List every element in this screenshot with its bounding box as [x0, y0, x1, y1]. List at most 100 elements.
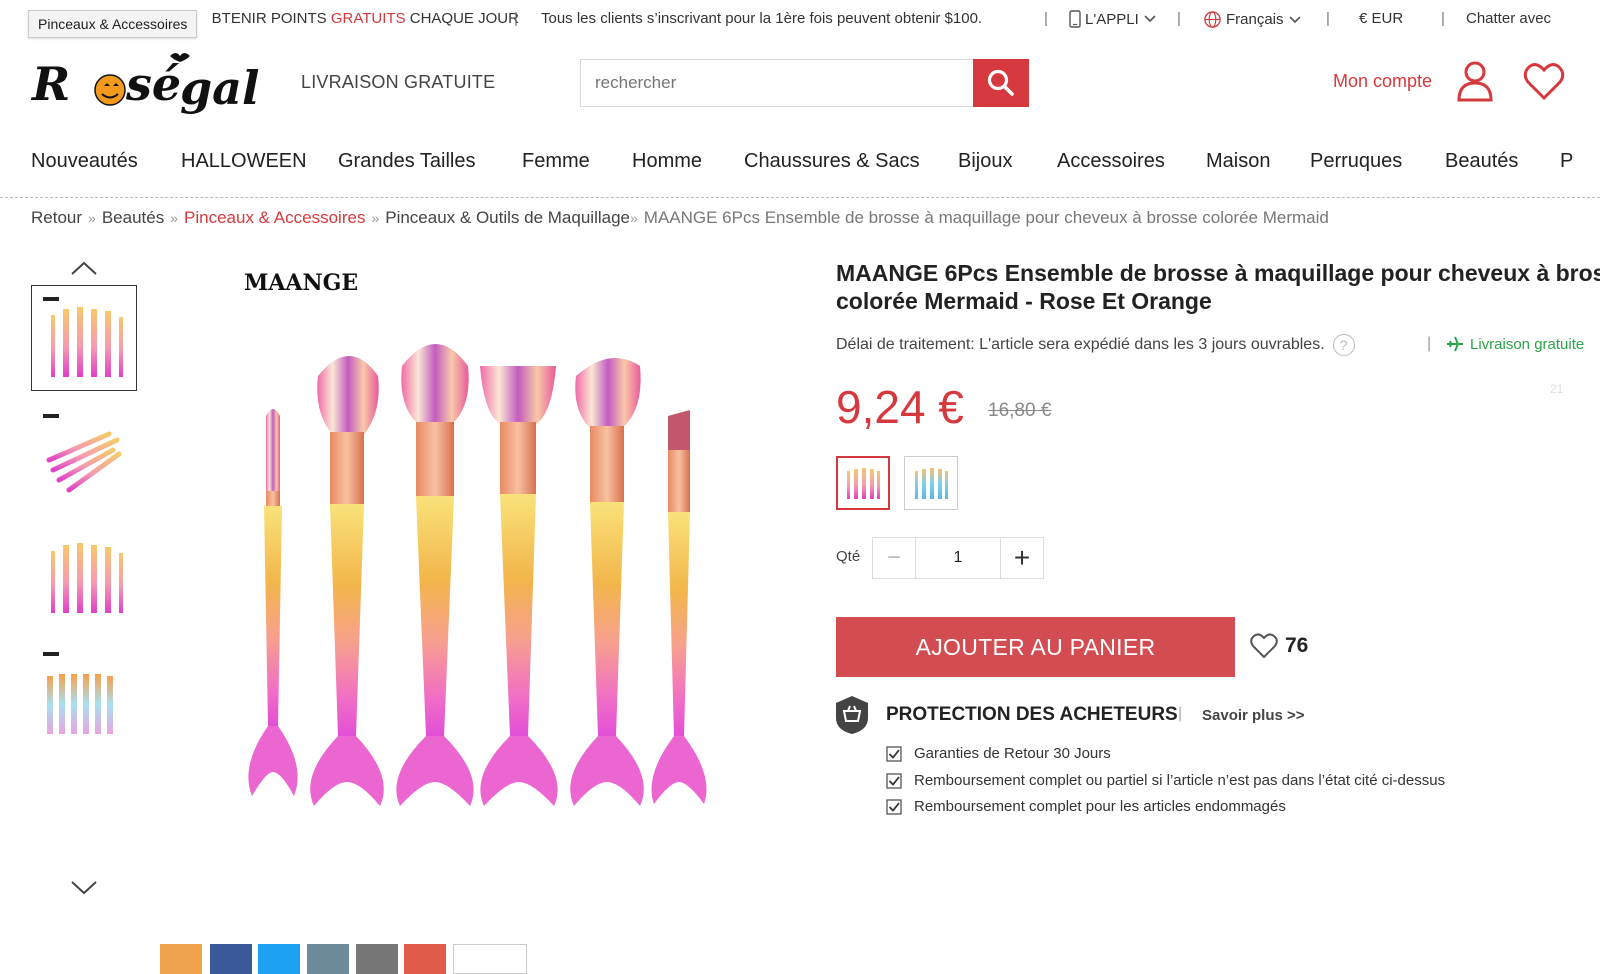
brush-set-thumbnail: [51, 543, 123, 613]
product-title: MAANGE 6Pcs Ensemble de brosse à maquill…: [836, 259, 1600, 315]
favorite-button[interactable]: 76: [1249, 630, 1308, 662]
wishlist-heart-icon[interactable]: [1523, 62, 1565, 102]
breadcrumb-separator: »: [371, 210, 380, 226]
nav-item-bijoux[interactable]: Bijoux: [958, 150, 1012, 173]
thumbnail-1[interactable]: [31, 285, 137, 391]
share-button-facebook[interactable]: [210, 944, 252, 974]
thumbnail-3[interactable]: [31, 521, 137, 627]
product-title-line2: colorée Mermaid - Rose Et Orange: [836, 288, 1212, 314]
quantity-input[interactable]: 1: [915, 538, 1001, 578]
chevron-up-icon[interactable]: [70, 260, 98, 276]
shield-cart-icon: [836, 696, 868, 734]
nav-item-femme[interactable]: Femme: [522, 150, 590, 173]
language-label: Français: [1226, 11, 1284, 28]
language-selector[interactable]: Français: [1203, 10, 1302, 29]
svg-text:R: R: [30, 57, 70, 111]
chat-link[interactable]: Chatter avec: [1466, 10, 1551, 27]
breadcrumb: Retour» Beautés» Pinceaux & Accessoires» Pi…: [31, 208, 1329, 228]
promo-prefix: OBTENIR POINTS: [200, 10, 331, 27]
help-icon[interactable]: ?: [1332, 334, 1355, 356]
share-button-vk[interactable]: [307, 944, 349, 974]
breadcrumb-separator: »: [88, 210, 96, 226]
chevron-down-icon: [1288, 15, 1301, 23]
breadcrumb-beautes[interactable]: Beautés: [102, 208, 164, 227]
logo-graphic: R sé gal: [30, 53, 259, 115]
quantity-stepper: − 1 +: [872, 537, 1044, 579]
nav-item-perruques[interactable]: Perruques: [1310, 150, 1402, 173]
free-shipping-label: LIVRAISON GRATUITE: [301, 72, 496, 92]
new-clients-offer[interactable]: Tous les clients s’inscrivant pour la 1è…: [541, 10, 982, 27]
buyer-protection-title: PROTECTION DES ACHETEURS: [886, 704, 1178, 725]
current-price: 9,24 €: [836, 381, 964, 433]
nav-item-homme[interactable]: Homme: [632, 150, 702, 173]
swatch-image: [915, 468, 948, 499]
color-swatch-rose-orange[interactable]: [836, 456, 890, 510]
breadcrumb-outils[interactable]: Pinceaux & Outils de Maquillage: [385, 208, 630, 227]
checkbox-icon: [886, 772, 902, 789]
share-button-twitter[interactable]: [258, 944, 300, 974]
globe-icon: [1204, 11, 1221, 28]
product-title-line1: MAANGE 6Pcs Ensemble de brosse à maquill…: [836, 260, 1600, 286]
nav-item-halloween[interactable]: HALLOWEEN: [181, 150, 307, 173]
svg-text:sé: sé: [125, 57, 181, 111]
separator: |: [1441, 10, 1445, 27]
checkbox-icon: [886, 745, 902, 762]
share-button-email[interactable]: [356, 944, 398, 974]
processing-time: Délai de traitement: L'article sera expé…: [836, 334, 1355, 356]
share-button-google[interactable]: [404, 944, 446, 974]
rosegal-logo[interactable]: R sé gal: [30, 42, 280, 134]
share-button-more[interactable]: [453, 944, 527, 974]
separator: |: [1044, 10, 1048, 27]
nav-item-chaussures-sacs[interactable]: Chaussures & Sacs: [744, 150, 920, 173]
separator: |: [1427, 335, 1432, 352]
promo-points[interactable]: OBTENIR POINTS GRATUITS CHAQUE JOUR: [200, 10, 519, 27]
add-to-cart-button[interactable]: AJOUTER AU PANIER: [836, 617, 1235, 677]
nav-item-beautes[interactable]: Beautés: [1445, 150, 1518, 173]
nav-item-nouveautes[interactable]: Nouveautés: [31, 150, 138, 173]
phone-icon: [1069, 10, 1081, 28]
quantity-decrease-button[interactable]: −: [873, 538, 915, 578]
thumbnail-4[interactable]: [31, 640, 137, 746]
product-main-image[interactable]: MAANGE: [236, 256, 716, 886]
svg-text:gal: gal: [180, 61, 259, 115]
chevron-down-icon[interactable]: [70, 880, 98, 896]
faint-text: 21: [1550, 382, 1564, 396]
search-bar: [580, 59, 1029, 107]
checkbox-icon: [886, 798, 902, 815]
main-nav: Nouveautés HALLOWEEN Grandes Tailles Fem…: [0, 138, 1600, 198]
breadcrumb-pinceaux[interactable]: Pinceaux & Accessoires: [184, 208, 365, 227]
tooltip: Pinceaux & Accessoires: [28, 10, 198, 38]
shipping-label: Livraison gratuite: [1470, 335, 1585, 353]
protection-item: Remboursement complet ou partiel si l’ar…: [886, 772, 1445, 789]
learn-more-link[interactable]: Savoir plus >>: [1202, 707, 1305, 724]
account-link[interactable]: Mon compte: [1333, 71, 1432, 92]
separator: |: [1326, 10, 1330, 27]
thumbnail-2[interactable]: [31, 402, 137, 508]
brand-mark: MAANGE: [244, 270, 358, 296]
nav-item-grandes-tailles[interactable]: Grandes Tailles: [338, 150, 475, 173]
quantity-increase-button[interactable]: +: [1001, 538, 1043, 578]
search-button[interactable]: [973, 59, 1029, 107]
top-bar: OBTENIR POINTS GRATUITS CHAQUE JOUR | To…: [0, 0, 1600, 38]
protection-item: Remboursement complet pour les articles …: [886, 798, 1286, 815]
heart-icon: [1250, 633, 1278, 659]
brush-set-thumbnail: [43, 652, 113, 734]
nav-item-maison[interactable]: Maison: [1206, 150, 1270, 173]
chevron-down-icon: [1144, 15, 1156, 23]
app-menu[interactable]: L'APPLI: [1069, 10, 1157, 28]
protection-item-text: Garanties de Retour 30 Jours: [914, 745, 1111, 762]
separator: |: [514, 10, 518, 27]
plane-icon: [1447, 336, 1463, 352]
share-button-blogger[interactable]: [160, 944, 202, 974]
breadcrumb-back[interactable]: Retour: [31, 208, 82, 227]
color-swatch-blue[interactable]: [904, 456, 958, 510]
currency-selector[interactable]: € EUR: [1359, 10, 1403, 27]
nav-item-more[interactable]: P: [1560, 150, 1573, 173]
free-shipping-info[interactable]: Livraison gratuite: [1446, 335, 1584, 353]
breadcrumb-separator: »: [629, 210, 638, 226]
search-input[interactable]: [581, 60, 975, 106]
user-icon[interactable]: [1456, 60, 1494, 102]
brush-set-thumbnail: [43, 297, 123, 377]
nav-item-accessoires[interactable]: Accessoires: [1057, 150, 1165, 173]
quantity-label: Qté: [836, 548, 861, 565]
